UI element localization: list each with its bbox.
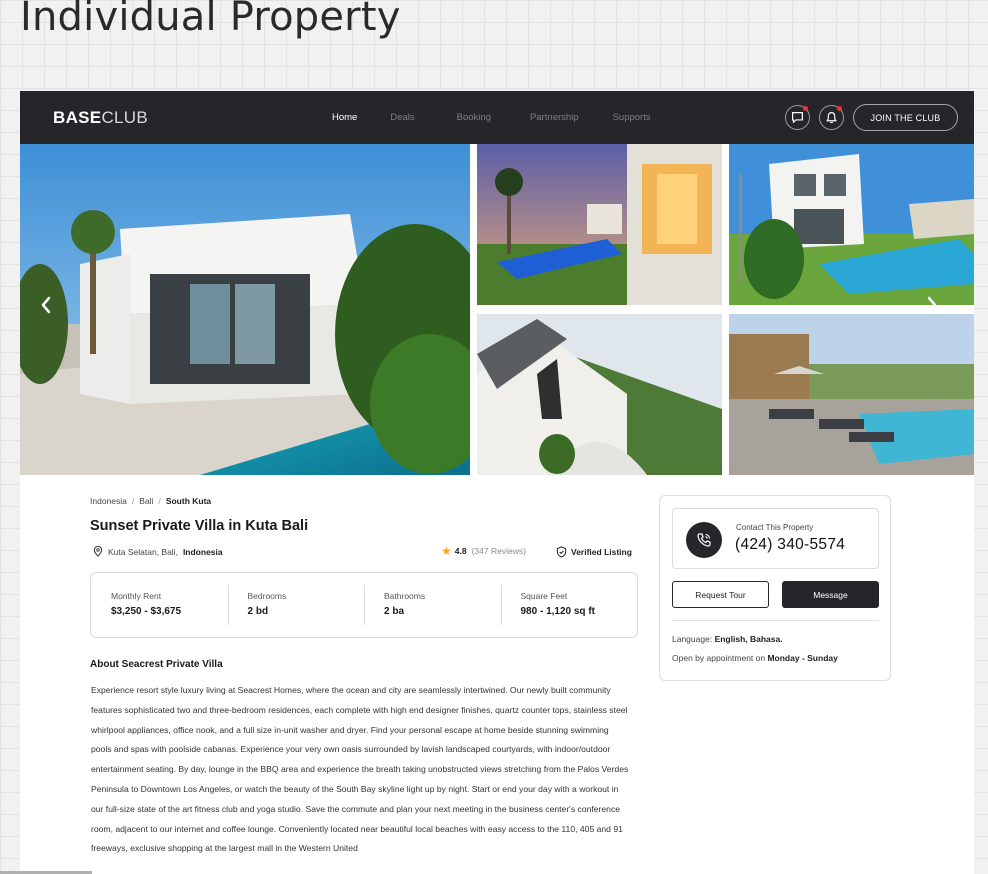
request-tour-button[interactable]: Request Tour xyxy=(672,581,769,608)
about-heading: About Seacrest Private Villa xyxy=(90,659,223,670)
phone-box: Contact This Property (424) 340-5574 xyxy=(672,508,879,569)
phone-icon xyxy=(697,533,711,547)
review-count: (347 Reviews) xyxy=(471,546,526,556)
logo-light-text: CLUB xyxy=(101,108,148,127)
open-hours-info: Open by appointment on Monday - Sunday xyxy=(672,653,838,663)
phone-call-button[interactable] xyxy=(686,522,722,558)
star-icon: ★ xyxy=(441,544,452,558)
stat-label: Square Feet xyxy=(520,591,568,601)
stat-square-feet: Square Feet 980 - 1,120 sq ft xyxy=(500,573,638,637)
stat-bedrooms: Bedrooms 2 bd xyxy=(227,573,365,637)
bell-icon xyxy=(826,112,837,124)
main-villa-photo[interactable] xyxy=(20,144,470,475)
chat-button[interactable] xyxy=(785,105,810,130)
night-pool-photo[interactable] xyxy=(477,144,722,305)
stat-label: Bathrooms xyxy=(384,591,426,601)
property-page-frame: BASECLUB Home Deals Booking Partnership … xyxy=(20,91,974,874)
breadcrumb-current: South Kuta xyxy=(165,496,212,506)
open-label: Open by appointment on xyxy=(672,653,766,663)
poolside-loungers-photo[interactable] xyxy=(729,314,974,475)
page-title: Individual Property xyxy=(20,0,401,40)
contact-card: Contact This Property (424) 340-5574 Req… xyxy=(659,495,891,681)
contact-phone-number[interactable]: (424) 340-5574 xyxy=(735,536,845,554)
chat-icon xyxy=(792,112,803,123)
open-value: Monday - Sunday xyxy=(767,653,838,663)
language-label: Language: xyxy=(672,634,713,644)
stat-label: Bedrooms xyxy=(247,591,287,601)
verified-badge: Verified Listing xyxy=(556,546,632,558)
top-navbar: BASECLUB Home Deals Booking Partnership … xyxy=(20,91,974,144)
language-value: English, Bahasa. xyxy=(714,634,783,644)
stat-value: 2 bd xyxy=(247,606,269,617)
join-club-button[interactable]: JOIN THE CLUB xyxy=(853,104,958,131)
shield-check-icon xyxy=(556,546,567,558)
language-info: Language: English, Bahasa. xyxy=(672,634,783,644)
villa-pool-day-photo[interactable] xyxy=(729,144,974,305)
nav-link-supports[interactable]: Supports xyxy=(613,112,651,123)
breadcrumb-indonesia[interactable]: Indonesia xyxy=(90,496,127,506)
chevron-right-icon xyxy=(927,296,937,314)
chat-notification-dot xyxy=(803,106,808,111)
nav-links: Home Deals Booking Partnership Supports xyxy=(332,112,684,123)
stat-value: 2 ba xyxy=(384,606,405,617)
notifications-button[interactable] xyxy=(819,105,844,130)
verified-label: Verified Listing xyxy=(571,547,632,557)
photo-gallery xyxy=(20,144,974,475)
stat-bathrooms: Bathrooms 2 ba xyxy=(364,573,501,637)
stat-monthly-rent: Monthly Rent $3,250 - $3,675 xyxy=(91,573,228,637)
gallery-prev-button[interactable] xyxy=(39,294,53,322)
message-button[interactable]: Message xyxy=(782,581,879,608)
nav-link-booking[interactable]: Booking xyxy=(457,112,491,123)
property-title: Sunset Private Villa in Kuta Bali xyxy=(90,518,309,534)
property-rating[interactable]: ★ 4.8 (347 Reviews) xyxy=(441,544,526,558)
chevron-left-icon xyxy=(41,296,51,314)
contact-divider xyxy=(672,620,879,621)
map-pin-icon xyxy=(93,546,103,557)
contact-label: Contact This Property xyxy=(736,523,814,532)
rating-value: 4.8 xyxy=(454,546,467,556)
nav-link-deals[interactable]: Deals xyxy=(390,112,414,123)
stat-value: $3,250 - $3,675 xyxy=(111,606,182,617)
location-region: Kuta Selatan, Bali, xyxy=(108,546,178,557)
property-stats: Monthly Rent $3,250 - $3,675 Bedrooms 2 … xyxy=(90,572,638,638)
about-description: Experience resort style luxury living at… xyxy=(91,685,629,854)
brand-logo[interactable]: BASECLUB xyxy=(53,108,148,128)
logo-bold-text: BASE xyxy=(53,108,102,127)
property-location: Kuta Selatan, Bali, Indonesia xyxy=(93,546,223,557)
breadcrumb: Indonesia / Bali / South Kuta xyxy=(90,496,212,506)
stat-value: 980 - 1,120 sq ft xyxy=(520,606,595,617)
breadcrumb-bali[interactable]: Bali xyxy=(139,496,153,506)
nav-link-partnership[interactable]: Partnership xyxy=(530,112,579,123)
nav-link-home[interactable]: Home xyxy=(332,112,357,123)
gallery-next-button[interactable] xyxy=(925,294,939,322)
bell-notification-dot xyxy=(837,106,842,111)
location-country: Indonesia xyxy=(182,546,223,557)
modern-roof-photo[interactable] xyxy=(477,314,722,475)
stat-label: Monthly Rent xyxy=(111,591,162,601)
